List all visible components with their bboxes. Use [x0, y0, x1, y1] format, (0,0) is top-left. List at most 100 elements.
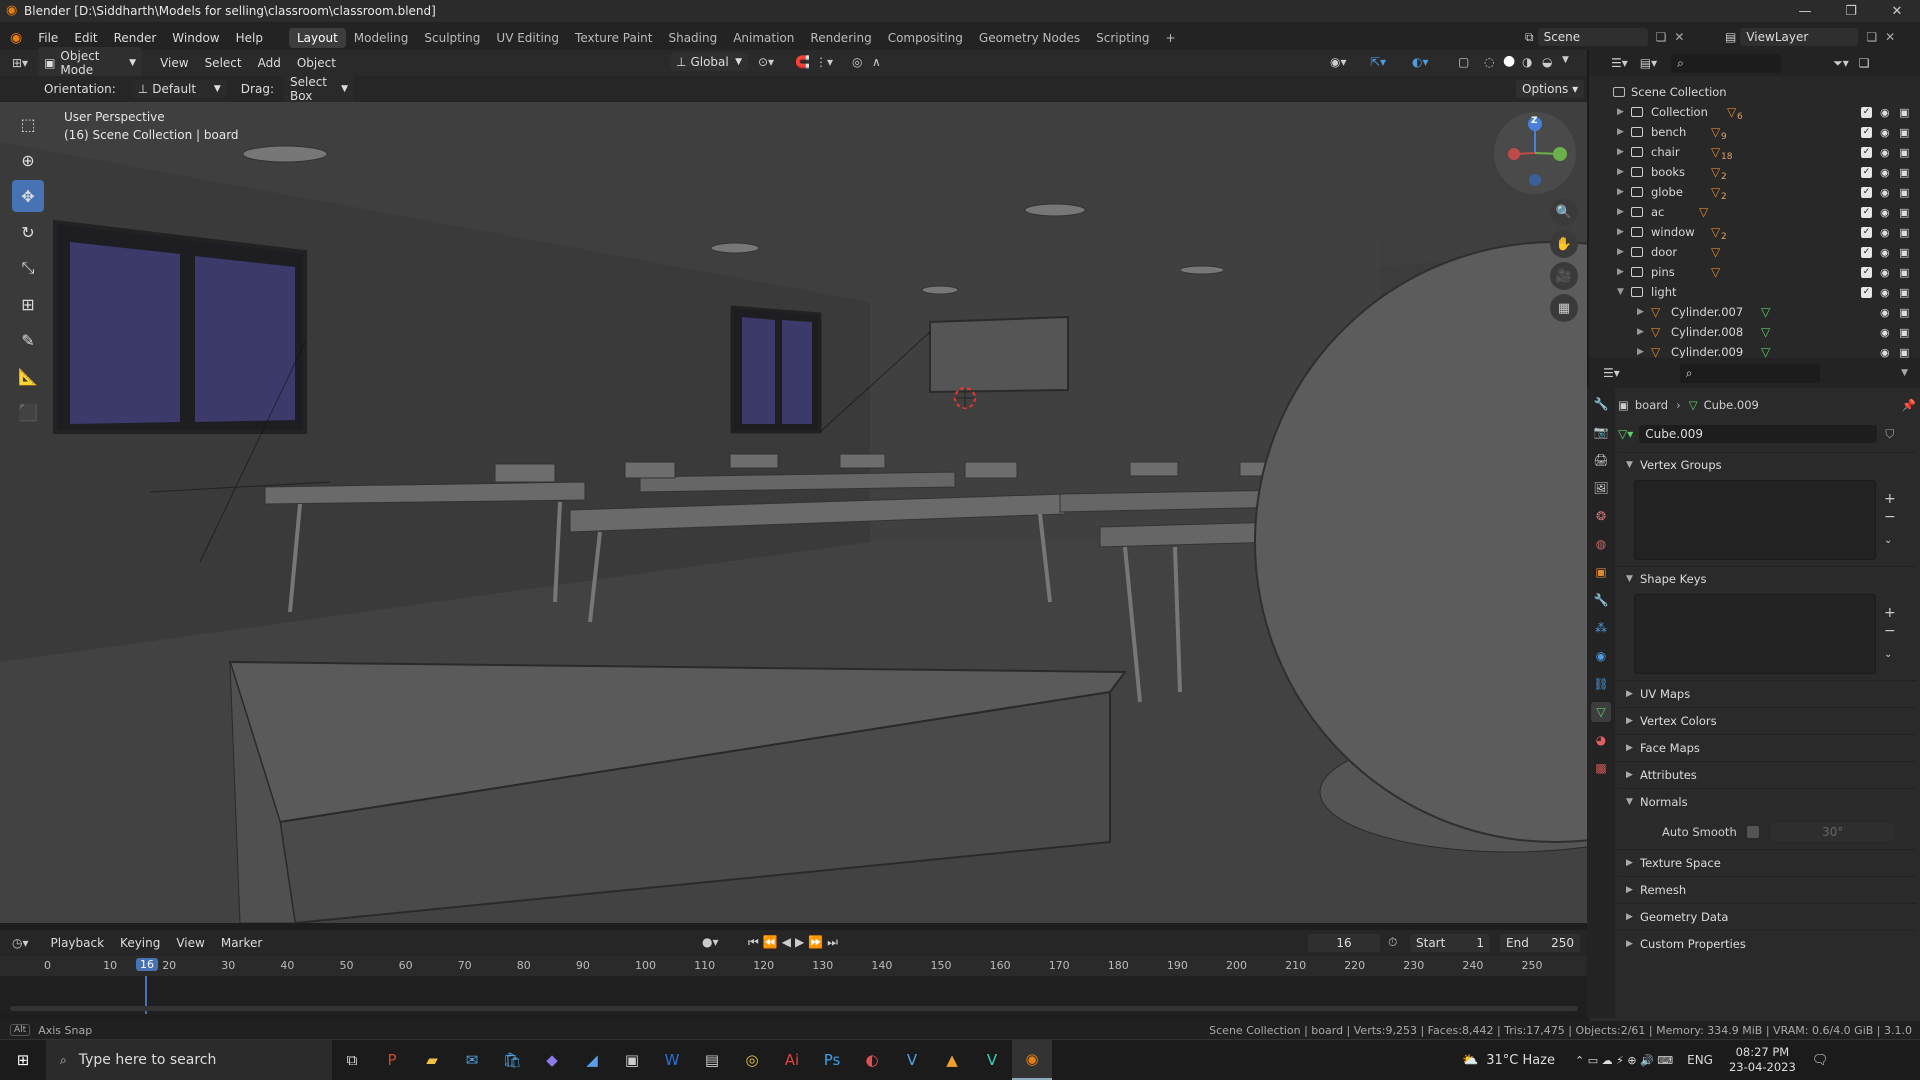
chevron-right-icon[interactable]: ▶ — [1637, 327, 1644, 337]
world-tab-icon[interactable]: ◍ — [1591, 534, 1611, 554]
menu-window[interactable]: Window — [164, 31, 227, 45]
object-tab-icon[interactable]: ▣ — [1591, 562, 1611, 582]
face-maps-panel[interactable]: ▶ Face Maps — [1618, 734, 1916, 761]
properties-editor-icon[interactable]: ☰▾ — [1603, 366, 1620, 380]
constraints-tab-icon[interactable]: ⛓ — [1591, 674, 1611, 694]
ortho-grid-icon[interactable]: ▦ — [1550, 294, 1578, 322]
app-icon[interactable]: ◐ — [852, 1040, 892, 1080]
shading-options-icon[interactable]: ▼ — [1562, 55, 1569, 65]
timeline-menu-playback[interactable]: Playback — [43, 936, 113, 950]
eye-icon[interactable]: ◉ — [1880, 266, 1890, 279]
timeline-menu-marker[interactable]: Marker — [213, 936, 270, 950]
add-cube-icon[interactable]: ⬛ — [12, 396, 44, 428]
weather-icon[interactable]: ⛅ — [1462, 1053, 1478, 1068]
camera-icon[interactable]: ▣ — [1899, 266, 1909, 279]
mail-icon[interactable]: ✉ — [452, 1040, 492, 1080]
material-tab-icon[interactable]: ◕ — [1591, 730, 1611, 750]
chevron-right-icon[interactable]: ▶ — [1617, 167, 1624, 177]
wireframe-shading-icon[interactable]: ◌ — [1484, 55, 1494, 69]
copilot-icon[interactable]: ◆ — [532, 1040, 572, 1080]
camera-icon[interactable]: ▣ — [1899, 306, 1909, 319]
app-icon[interactable]: V — [972, 1040, 1012, 1080]
particles-tab-icon[interactable]: ⁂ — [1591, 618, 1611, 638]
close-button[interactable]: ✕ — [1874, 0, 1920, 22]
snap-target-icon[interactable]: ⋮▾ — [815, 55, 833, 69]
specials-icon[interactable]: ⌄ — [1884, 646, 1896, 664]
viewlayer-selector[interactable]: ▤ ViewLayer ❏ ✕ — [1725, 28, 1895, 46]
exclude-checkbox[interactable]: ✓ — [1861, 246, 1872, 258]
eye-icon[interactable]: ◉ — [1880, 326, 1890, 339]
add-workspace-button[interactable]: + — [1158, 28, 1184, 48]
menu-help[interactable]: Help — [228, 31, 271, 45]
photoshop-icon[interactable]: Ps — [812, 1040, 852, 1080]
workspace-tab-animation[interactable]: Animation — [725, 28, 802, 48]
maximize-button[interactable]: ❐ — [1828, 0, 1874, 22]
timeline-menu-keying[interactable]: Keying — [112, 936, 168, 950]
outliner-row[interactable]: ▶ window ▽ 2 ✓ ◉ ▣ — [1589, 222, 1920, 242]
workspace-tab-sculpting[interactable]: Sculpting — [416, 28, 488, 48]
outliner-row[interactable]: ▶ books ▽ 2 ✓ ◉ ▣ — [1589, 162, 1920, 182]
outliner-child-row[interactable]: ▶ ▽ Cylinder.007 ▽ ◉ ▣ — [1589, 302, 1920, 322]
word-icon[interactable]: W — [652, 1040, 692, 1080]
outliner-editor-icon[interactable]: ☰▾ — [1611, 56, 1628, 70]
eye-icon[interactable]: ◉ — [1880, 146, 1890, 159]
chevron-right-icon[interactable]: ▶ — [1617, 107, 1624, 117]
outliner-root[interactable]: Scene Collection — [1589, 82, 1920, 102]
outliner-row[interactable]: ▶ ac ▽ ✓ ◉ ▣ — [1589, 202, 1920, 222]
auto-smooth-angle[interactable]: 30° — [1770, 823, 1895, 841]
outliner-row[interactable]: ▼ light ✓ ◉ ▣ — [1589, 282, 1920, 302]
pan-hand-icon[interactable]: ✋ — [1550, 230, 1578, 258]
navigation-gizmo[interactable]: Z — [1494, 112, 1576, 194]
outliner-row[interactable]: ▶ bench ▽ 9 ✓ ◉ ▣ — [1589, 122, 1920, 142]
clock[interactable]: 08:27 PM 23-04-2023 — [1729, 1045, 1796, 1075]
app-icon[interactable]: ▤ — [692, 1040, 732, 1080]
new-viewlayer-icon[interactable]: ❏ — [1866, 30, 1877, 44]
start-frame-field[interactable]: Start 1 — [1410, 934, 1490, 952]
viewport-menu-object[interactable]: Object — [289, 56, 344, 70]
menu-file[interactable]: File — [30, 31, 66, 45]
store-icon[interactable]: 🛍 — [492, 1040, 532, 1080]
workspace-tab-compositing[interactable]: Compositing — [880, 28, 971, 48]
chevron-right-icon[interactable]: ▶ — [1617, 247, 1624, 257]
app-icon[interactable]: ▣ — [612, 1040, 652, 1080]
camera-icon[interactable]: ▣ — [1899, 186, 1909, 199]
windows-start-icon[interactable]: ⊞ — [0, 1040, 46, 1080]
orientation-selector[interactable]: ⊥ Default ▼ — [131, 80, 227, 98]
custom-properties-panel[interactable]: ▶ Custom Properties — [1618, 930, 1916, 957]
add-icon[interactable]: + — [1884, 604, 1896, 622]
overlay-icon[interactable]: ◐▾ — [1412, 55, 1429, 69]
camera-icon[interactable]: ▣ — [1899, 146, 1909, 159]
powerpoint-icon[interactable]: P — [372, 1040, 412, 1080]
eye-icon[interactable]: ◉ — [1880, 206, 1890, 219]
fake-user-icon[interactable]: ⛉ — [1885, 427, 1894, 442]
outliner-row[interactable]: ▶ chair ▽ 18 ✓ ◉ ▣ — [1589, 142, 1920, 162]
menu-edit[interactable]: Edit — [66, 31, 105, 45]
app-icon[interactable]: ◢ — [572, 1040, 612, 1080]
add-icon[interactable]: + — [1884, 490, 1896, 508]
shape-keys-panel[interactable]: ▼ Shape Keys — [1618, 566, 1916, 590]
proportional-edit-icon[interactable]: ◎ — [852, 55, 862, 69]
zoom-icon[interactable]: 🔍 — [1550, 198, 1578, 226]
camera-icon[interactable]: ▣ — [1899, 126, 1909, 139]
shape-keys-list[interactable] — [1634, 594, 1876, 674]
record-icon[interactable]: ●▾ — [702, 935, 719, 949]
chevron-right-icon[interactable]: ▶ — [1637, 347, 1644, 357]
scene-field[interactable]: Scene — [1537, 28, 1648, 46]
camera-icon[interactable]: ▣ — [1899, 286, 1909, 299]
exclude-checkbox[interactable]: ✓ — [1861, 286, 1872, 298]
material-shading-icon[interactable]: ◑ — [1522, 55, 1532, 69]
normals-panel[interactable]: ▼ Normals — [1618, 788, 1916, 815]
exclude-checkbox[interactable]: ✓ — [1861, 106, 1872, 118]
eye-icon[interactable]: ◉ — [1880, 106, 1890, 119]
clock-icon[interactable]: ⏱ — [1388, 935, 1397, 950]
pin-icon[interactable]: 📌 — [1902, 398, 1916, 412]
eye-icon[interactable]: ◉ — [1880, 246, 1890, 259]
outliner-row[interactable]: ▶ Collection ▽ 6 ✓ ◉ ▣ — [1589, 102, 1920, 122]
specials-icon[interactable]: ⌄ — [1884, 532, 1896, 550]
filter-icon[interactable]: ⏷▾ — [1833, 56, 1849, 71]
notification-icon[interactable]: 🗨 — [1812, 1053, 1829, 1068]
current-frame-field[interactable]: 16 — [1308, 934, 1380, 952]
outliner-child-row[interactable]: ▶ ▽ Cylinder.008 ▽ ◉ ▣ — [1589, 322, 1920, 342]
exclude-checkbox[interactable]: ✓ — [1861, 226, 1872, 238]
rotate-icon[interactable]: ↻ — [12, 216, 44, 248]
